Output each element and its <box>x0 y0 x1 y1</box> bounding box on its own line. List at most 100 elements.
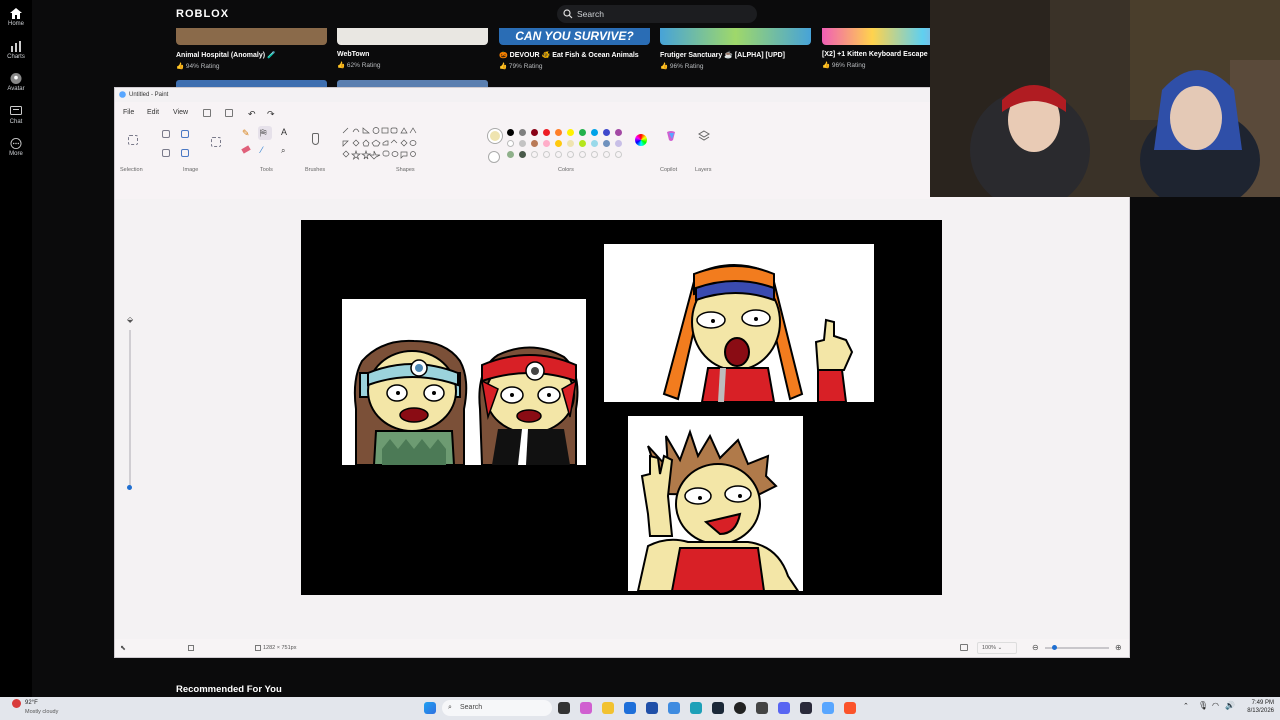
nav-label: Chat <box>9 119 23 125</box>
selection-icon[interactable] <box>128 135 138 145</box>
color-swatch[interactable] <box>519 140 526 147</box>
nav-chat[interactable]: Chat <box>0 106 32 125</box>
mail-icon[interactable] <box>668 702 680 714</box>
roblox-search-input[interactable]: Search <box>557 5 757 23</box>
color-swatch[interactable] <box>507 129 514 136</box>
clock[interactable]: 7:49 PM 8/13/2026 <box>1240 700 1274 714</box>
edit-colors-icon[interactable] <box>635 134 647 146</box>
roblox-taskbar-icon[interactable] <box>800 702 812 714</box>
text-icon[interactable]: A <box>281 127 287 137</box>
taskbar-search[interactable]: ⌕ Search <box>442 700 552 716</box>
eraser-icon[interactable] <box>241 145 251 154</box>
zoom-slider-handle[interactable] <box>1052 645 1057 650</box>
game-card[interactable]: Frutiger Sanctuary ☕ [ALPHA] [UPD] 👍 96%… <box>660 28 811 70</box>
color-swatch[interactable] <box>543 140 550 147</box>
color-swatch[interactable] <box>531 129 538 136</box>
pencil-icon[interactable]: ✎ <box>242 128 250 139</box>
redo-icon[interactable]: ↷ <box>267 109 275 120</box>
discord-icon[interactable] <box>778 702 790 714</box>
dropbox-icon[interactable] <box>646 702 658 714</box>
zoom-select[interactable]: 100% ⌄ <box>977 642 1017 654</box>
brush-size-slider[interactable] <box>129 330 131 490</box>
color-swatch[interactable] <box>579 140 586 147</box>
nav-home[interactable]: Home <box>0 8 32 27</box>
empty-color-swatch[interactable] <box>543 151 550 158</box>
paint-taskbar-icon[interactable] <box>822 702 834 714</box>
start-icon[interactable] <box>424 702 436 714</box>
app-icon[interactable] <box>756 702 768 714</box>
steam-icon[interactable] <box>712 702 724 714</box>
tray-chevron-icon[interactable]: ⌃ <box>1183 702 1189 710</box>
color-swatch[interactable] <box>591 140 598 147</box>
shapes-gallery[interactable] <box>341 126 421 160</box>
color-swatch[interactable] <box>507 140 514 147</box>
magnifier-icon[interactable]: ⌕ <box>281 146 285 156</box>
color-swatch[interactable] <box>567 129 574 136</box>
layers-icon[interactable] <box>698 130 710 142</box>
game-card[interactable]: WebTown 👍 62% Rating <box>337 28 488 69</box>
empty-color-swatch[interactable] <box>591 151 598 158</box>
save-icon[interactable] <box>203 109 211 117</box>
task-view-icon[interactable] <box>558 702 570 714</box>
empty-color-swatch[interactable] <box>555 151 562 158</box>
secondary-color-swatch[interactable] <box>488 151 500 163</box>
empty-color-swatch[interactable] <box>531 151 538 158</box>
rotate-icon[interactable] <box>181 149 189 157</box>
menu-edit[interactable]: Edit <box>147 109 159 116</box>
current-color-swatch[interactable] <box>488 129 502 143</box>
image-background-icon[interactable] <box>211 137 221 147</box>
copilot-taskbar-icon[interactable] <box>580 702 592 714</box>
game-card[interactable]: CAN YOU SURVIVE? 🎃 DEVOUR 🐠 Eat Fish & O… <box>499 28 650 70</box>
color-swatch[interactable] <box>507 151 514 158</box>
mic-icon[interactable]: 🎙 <box>1198 701 1208 710</box>
volume-icon[interactable]: 🔊 <box>1225 701 1235 710</box>
game-card[interactable]: Animal Hospital (Anomaly) 🧪 👍 94% Rating <box>176 28 327 70</box>
undo-icon[interactable]: ↶ <box>248 109 256 120</box>
edge-icon[interactable] <box>690 702 702 714</box>
brave-icon[interactable] <box>844 702 856 714</box>
zoom-in-icon[interactable]: ⊕ <box>1115 643 1122 652</box>
brush-icon[interactable] <box>312 133 319 145</box>
color-swatch[interactable] <box>615 140 622 147</box>
wifi-icon[interactable]: ◠ <box>1212 701 1219 710</box>
roblox-logo[interactable]: ROBLOX <box>176 8 229 20</box>
obs-icon[interactable] <box>734 702 746 714</box>
menu-view[interactable]: View <box>173 109 188 116</box>
paint-canvas-drawing[interactable] <box>301 220 942 595</box>
color-swatch[interactable] <box>603 140 610 147</box>
nav-avatar[interactable]: Avatar <box>0 73 32 92</box>
weather-icon[interactable] <box>12 699 21 708</box>
color-swatch[interactable] <box>579 129 586 136</box>
share-icon[interactable] <box>225 109 233 117</box>
nav-label: Avatar <box>7 86 25 92</box>
brush-size-handle[interactable] <box>127 485 132 490</box>
store-icon[interactable] <box>624 702 636 714</box>
nav-more[interactable]: More <box>0 138 32 157</box>
color-swatch[interactable] <box>567 140 574 147</box>
empty-color-swatch[interactable] <box>615 151 622 158</box>
empty-color-swatch[interactable] <box>603 151 610 158</box>
color-swatch[interactable] <box>591 129 598 136</box>
color-swatch[interactable] <box>531 140 538 147</box>
color-swatch[interactable] <box>519 151 526 158</box>
color-picker-icon[interactable]: ⁄ <box>261 145 263 155</box>
crop-icon[interactable] <box>162 130 170 138</box>
empty-color-swatch[interactable] <box>567 151 574 158</box>
color-swatch[interactable] <box>555 140 562 147</box>
empty-color-swatch[interactable] <box>579 151 586 158</box>
file-explorer-icon[interactable] <box>602 702 614 714</box>
color-swatch[interactable] <box>603 129 610 136</box>
copilot-icon[interactable] <box>665 130 677 142</box>
menu-file[interactable]: File <box>123 109 134 116</box>
fill-icon[interactable]: ⛿ <box>260 128 267 139</box>
resize-icon[interactable] <box>181 130 189 138</box>
color-swatch[interactable] <box>615 129 622 136</box>
color-swatch[interactable] <box>555 129 562 136</box>
game-title: 🎃 DEVOUR 🐠 Eat Fish & Ocean Animals <box>499 52 639 59</box>
select-image-icon[interactable] <box>162 149 170 157</box>
color-swatch[interactable] <box>519 129 526 136</box>
zoom-out-icon[interactable]: ⊖ <box>1032 643 1039 652</box>
color-swatch[interactable] <box>543 129 550 136</box>
nav-charts[interactable]: Charts <box>0 41 32 60</box>
fit-window-icon[interactable] <box>960 644 968 651</box>
